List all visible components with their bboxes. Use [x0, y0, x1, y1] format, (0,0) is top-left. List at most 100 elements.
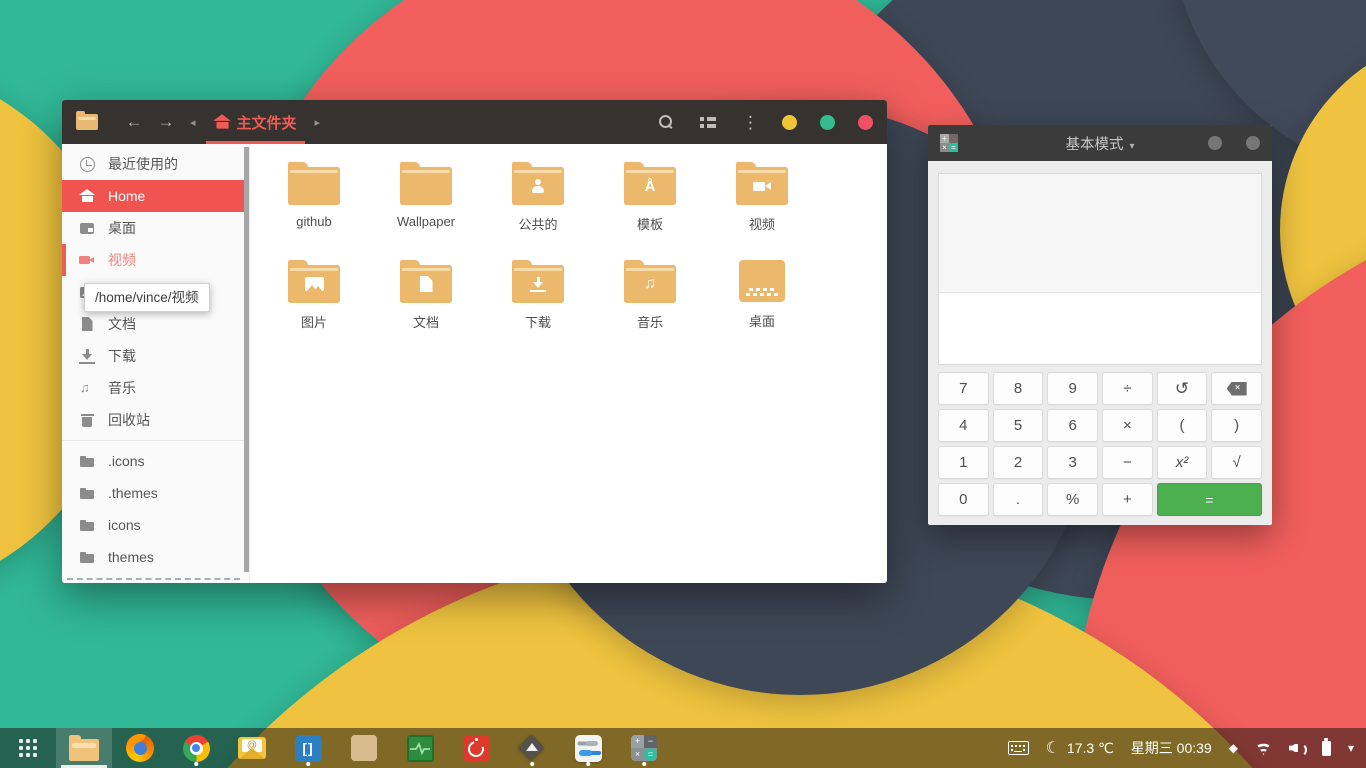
calc-key-seven[interactable]: 7 — [938, 372, 989, 405]
calc-key-zero[interactable]: 0 — [938, 483, 989, 516]
sidebar-item-label: 最近使用的 — [108, 156, 178, 172]
sidebar-item-icons[interactable]: icons — [62, 509, 249, 541]
calc-key-decimal[interactable]: . — [992, 483, 1044, 516]
folder-item-desktop[interactable]: 桌面 — [706, 256, 818, 354]
close-button[interactable] — [858, 114, 873, 130]
dock-system-monitor[interactable] — [392, 728, 448, 768]
dock-code-editor[interactable] — [280, 728, 336, 768]
dock-app-menu[interactable] — [0, 728, 56, 768]
dock-file-manager[interactable] — [56, 728, 112, 768]
folder-icon — [512, 260, 564, 303]
dock-settings[interactable] — [560, 728, 616, 768]
wifi-icon[interactable] — [1254, 741, 1272, 755]
keyboard-icon[interactable] — [1007, 741, 1029, 755]
tray-expand-icon[interactable]: ▾ — [1348, 741, 1354, 755]
calc-key-five[interactable]: 5 — [992, 409, 1044, 442]
calc-history-panel — [939, 174, 1261, 293]
breadcrumb-next-icon[interactable]: ▸ — [315, 116, 321, 129]
dock-netease-music[interactable] — [448, 728, 504, 768]
calculator-titlebar: 基本模式 ▾ — [928, 125, 1272, 161]
file-manager-titlebar: ← → ◂ 主文件夹 ▸ ⋮ — [62, 100, 887, 144]
calc-key-square[interactable]: x² — [1156, 446, 1208, 479]
dock-calculator[interactable] — [616, 728, 672, 768]
folder-icon — [79, 485, 95, 501]
calc-key-equals[interactable]: = — [1156, 483, 1262, 516]
dock-firefox[interactable] — [112, 728, 168, 768]
sidebar-item-videos[interactable]: 视频 — [62, 244, 249, 276]
sidebar-item-themes[interactable]: themes — [62, 541, 249, 573]
music-icon — [79, 380, 95, 396]
sidebar-item-label: icons — [108, 517, 141, 533]
sidebar-item-desktop[interactable]: 桌面 — [62, 212, 249, 244]
sidebar-item-home[interactable]: Home — [62, 180, 249, 212]
dock — [0, 728, 672, 768]
battery-icon[interactable] — [1321, 738, 1331, 756]
menu-kebab-icon[interactable]: ⋮ — [742, 114, 759, 131]
running-indicator — [194, 762, 198, 766]
calc-key-multiply[interactable]: × — [1102, 409, 1153, 442]
dock-files-app[interactable] — [336, 728, 392, 768]
calculator-icon — [631, 735, 657, 761]
calc-key-three[interactable]: 3 — [1047, 446, 1098, 479]
weather-widget[interactable]: ☾ 17.3 ℃ — [1046, 738, 1114, 758]
forward-button[interactable]: → — [150, 112, 182, 132]
folder-item-documents[interactable]: 文档 — [370, 256, 482, 354]
dock-chrome[interactable] — [168, 728, 224, 768]
calc-key-eight[interactable]: 8 — [992, 372, 1044, 405]
folder-item-label: github — [296, 214, 332, 229]
calc-key-paren-close[interactable]: ) — [1211, 409, 1262, 442]
sidebar-item-trash[interactable]: 回收站 — [62, 404, 249, 436]
calc-entry-line[interactable] — [939, 293, 1261, 363]
folder-item-label: 下载 — [524, 315, 551, 330]
sidebar-scrollbar[interactable] — [244, 147, 249, 572]
dock-mail[interactable] — [224, 728, 280, 768]
minimize-button[interactable] — [782, 114, 797, 130]
breadcrumb[interactable]: 主文件夹 — [204, 100, 307, 144]
calc-key-subtract[interactable]: − — [1102, 446, 1153, 479]
folder-item-downloads[interactable]: 下载 — [482, 256, 594, 354]
folder-item-github[interactable]: github — [258, 158, 370, 256]
back-button[interactable]: ← — [118, 112, 150, 132]
calc-key-sqrt[interactable]: √ — [1211, 446, 1262, 479]
sidebar-item-dot-themes[interactable]: .themes — [62, 477, 249, 509]
calculator-window: 基本模式 ▾ 789÷↺ 456×() 123−x²√ 0.%+= — [928, 125, 1272, 525]
home-icon — [212, 113, 231, 131]
calc-key-divide[interactable]: ÷ — [1102, 372, 1153, 405]
breadcrumb-prev-icon[interactable]: ◂ — [190, 116, 196, 129]
sidebar-item-recent[interactable]: 最近使用的 — [62, 148, 249, 180]
clock-icon — [79, 156, 95, 172]
clock-label[interactable]: 星期三 00:39 — [1131, 738, 1212, 758]
folder-item-templates[interactable]: Å 模板 — [594, 158, 706, 256]
calc-key-percent[interactable]: % — [1047, 483, 1098, 516]
calc-key-one[interactable]: 1 — [938, 446, 989, 479]
sidebar-item-documents[interactable]: 文档 — [62, 308, 249, 340]
view-list-icon[interactable] — [700, 115, 716, 129]
calc-key-two[interactable]: 2 — [992, 446, 1044, 479]
calc-key-undo[interactable]: ↺ — [1156, 372, 1208, 405]
running-indicator — [306, 762, 310, 766]
person-emblem-icon — [530, 179, 546, 193]
location-icon[interactable]: ◆ — [1229, 741, 1238, 755]
sidebar-list: 最近使用的Home桌面视频图片文档下载音乐回收站.icons.themesico… — [62, 148, 249, 573]
folder-item-music[interactable]: ♫ 音乐 — [594, 256, 706, 354]
sidebar-item-dot-icons[interactable]: .icons — [62, 445, 249, 477]
sidebar-item-downloads[interactable]: 下载 — [62, 340, 249, 372]
calc-key-six[interactable]: 6 — [1047, 409, 1098, 442]
maximize-button[interactable] — [820, 114, 835, 130]
search-icon[interactable] — [658, 114, 674, 130]
folder-item-public[interactable]: 公共的 — [482, 158, 594, 256]
calc-key-backspace[interactable] — [1211, 372, 1262, 405]
volume-icon[interactable] — [1289, 741, 1307, 758]
calc-key-paren-open[interactable]: ( — [1156, 409, 1208, 442]
calc-key-four[interactable]: 4 — [938, 409, 989, 442]
folder-item-wallpaper[interactable]: Wallpaper — [370, 158, 482, 256]
sidebar-item-music[interactable]: 音乐 — [62, 372, 249, 404]
folder-item-videos[interactable]: 视频 — [706, 158, 818, 256]
sidebar-item-label: 桌面 — [108, 220, 136, 236]
folder-item-pictures[interactable]: 图片 — [258, 256, 370, 354]
calc-key-add[interactable]: + — [1102, 483, 1153, 516]
files-app-icon — [351, 735, 377, 761]
calc-mode-selector[interactable]: 基本模式 ▾ — [928, 133, 1272, 154]
calc-key-nine[interactable]: 9 — [1047, 372, 1098, 405]
dock-inkscape[interactable] — [504, 728, 560, 768]
